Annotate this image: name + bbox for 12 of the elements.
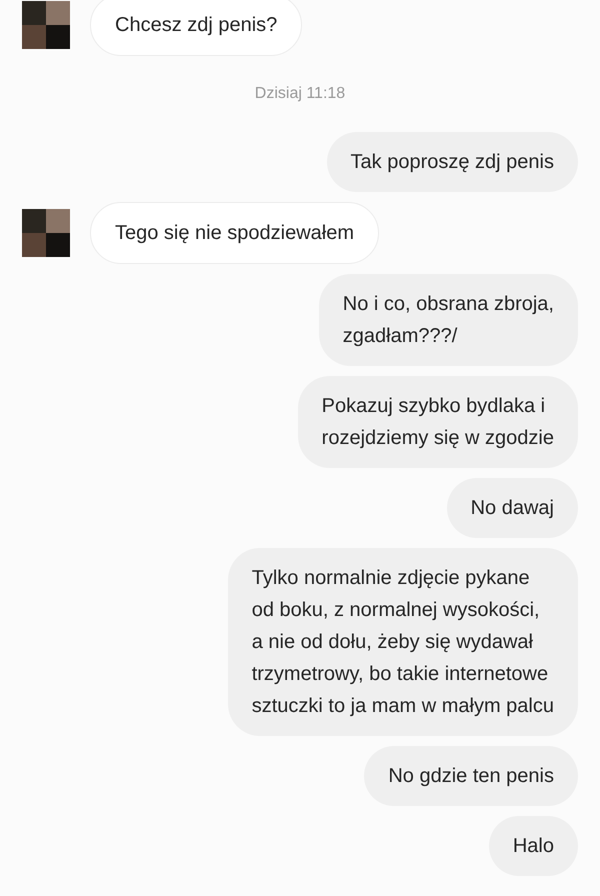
message-bubble: No gdzie ten penis: [364, 746, 578, 806]
message-bubble: No i co, obsrana zbroja, zgadłam???/: [318, 274, 578, 366]
message-bubble: Tylko normalnie zdjęcie pykane od boku, z normalnej wysokości, a nie od dołu, żeby się wydawał trzymetrowy, bo takie internetowe sztuczki to ja mam w małym palcu: [228, 548, 578, 736]
message-bubble: Halo: [488, 816, 578, 876]
timestamp: Dzisiaj 11:18: [254, 84, 346, 104]
message-bubble: Tak poproszę zdj penis: [326, 132, 578, 192]
avatar: [22, 209, 70, 257]
avatar: [22, 1, 70, 49]
message-bubble: Pokazuj szybko bydlaka i rozejdziemy się w zgodzie: [298, 376, 578, 468]
message-bubble: Tego się nie spodziewałem: [90, 202, 380, 264]
message-bubble: Chcesz zdj penis?: [90, 0, 302, 56]
message-bubble: No dawaj: [446, 478, 578, 538]
